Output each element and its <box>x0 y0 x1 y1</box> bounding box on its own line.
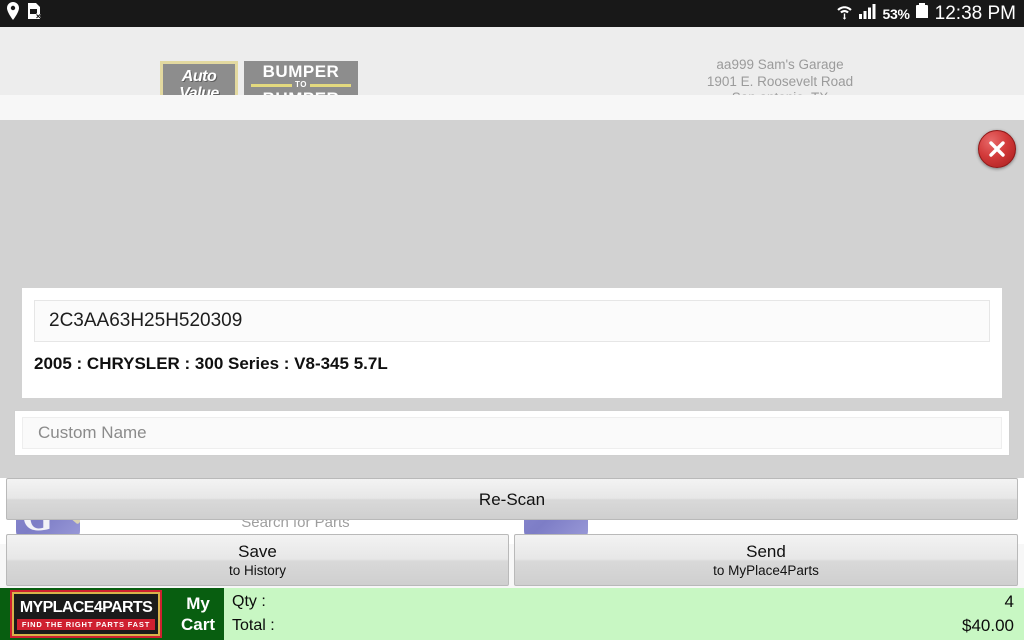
custom-name-panel: Custom Name <box>14 410 1010 456</box>
qty-value: 4 <box>1004 592 1014 611</box>
battery-icon <box>915 2 928 23</box>
bumper-line1: BUMPER <box>262 62 340 81</box>
my-cart-line1: My <box>186 594 210 613</box>
status-bar-left-icons <box>6 2 42 25</box>
send-button-sublabel: to MyPlace4Parts <box>713 563 819 578</box>
app-root: 53% 12:38 PM Auto Value BUMPER TO BUMPER <box>0 0 1024 640</box>
cart-totals: Qty : 4 Total : $40.00 <box>224 588 1024 640</box>
store-name: aa999 Sam's Garage <box>716 57 844 72</box>
send-button[interactable]: Send to MyPlace4Parts <box>514 534 1018 586</box>
bumper-middle-row: TO <box>251 81 351 89</box>
bumper-bar-left <box>251 83 293 87</box>
cart-bar: MYPLACE4PARTS FIND THE RIGHT PARTS FAST … <box>0 588 1024 640</box>
total-value: $40.00 <box>962 616 1014 635</box>
my-cart-button[interactable]: My Cart <box>172 588 224 640</box>
myplace4parts-wordmark: MYPLACE4PARTS <box>19 598 153 616</box>
myplace4parts-tagline: FIND THE RIGHT PARTS FAST <box>17 618 155 630</box>
store-street: 1901 E. Roosevelt Road <box>706 73 854 89</box>
close-icon <box>989 141 1005 157</box>
store-header: Auto Value BUMPER TO BUMPER aa999 Sam's … <box>0 27 1024 122</box>
qty-row: Qty : 4 <box>232 590 1014 614</box>
status-bar-right-icons: 53% 12:38 PM <box>836 2 1016 25</box>
save-button-sublabel: to History <box>228 563 286 578</box>
location-pin-icon <box>6 2 20 25</box>
myplace4parts-logo-wrap[interactable]: MYPLACE4PARTS FIND THE RIGHT PARTS FAST <box>0 588 172 640</box>
rescan-button-label: Re-Scan <box>478 489 546 509</box>
save-button-label: Save <box>238 542 277 561</box>
my-cart-line2: Cart <box>180 615 215 634</box>
sim-card-x-icon <box>27 2 42 25</box>
clock-label: 12:38 PM <box>934 2 1016 24</box>
vin-modal-overlay: 2C3AA63H25H520309 2005 : CHRYSLER : 300 … <box>0 120 1024 586</box>
vin-input[interactable]: 2C3AA63H25H520309 <box>34 300 990 342</box>
rescan-button[interactable]: Re-Scan <box>6 478 1018 520</box>
myplace4parts-logo: MYPLACE4PARTS FIND THE RIGHT PARTS FAST <box>10 590 162 638</box>
total-label: Total : <box>232 617 275 634</box>
android-status-bar: 53% 12:38 PM <box>0 0 1024 27</box>
bumper-bar-right <box>309 83 351 87</box>
wifi-icon <box>836 2 853 25</box>
qty-label: Qty : <box>232 593 266 610</box>
bumper-to-label: TO <box>295 80 307 89</box>
vehicle-description: 2005 : CHRYSLER : 300 Series : V8-345 5.… <box>34 354 388 373</box>
auto-value-line1: Auto <box>181 67 217 85</box>
send-button-label: Send <box>746 542 786 561</box>
vin-panel: 2C3AA63H25H520309 2005 : CHRYSLER : 300 … <box>22 288 1002 398</box>
total-row: Total : $40.00 <box>232 614 1014 638</box>
battery-percent-label: 53% <box>882 5 910 22</box>
custom-name-input[interactable]: Custom Name <box>22 417 1002 449</box>
close-button[interactable] <box>978 130 1016 168</box>
header-divider <box>0 95 1024 120</box>
save-button[interactable]: Save to History <box>6 534 509 586</box>
signal-bars-icon <box>858 3 877 24</box>
